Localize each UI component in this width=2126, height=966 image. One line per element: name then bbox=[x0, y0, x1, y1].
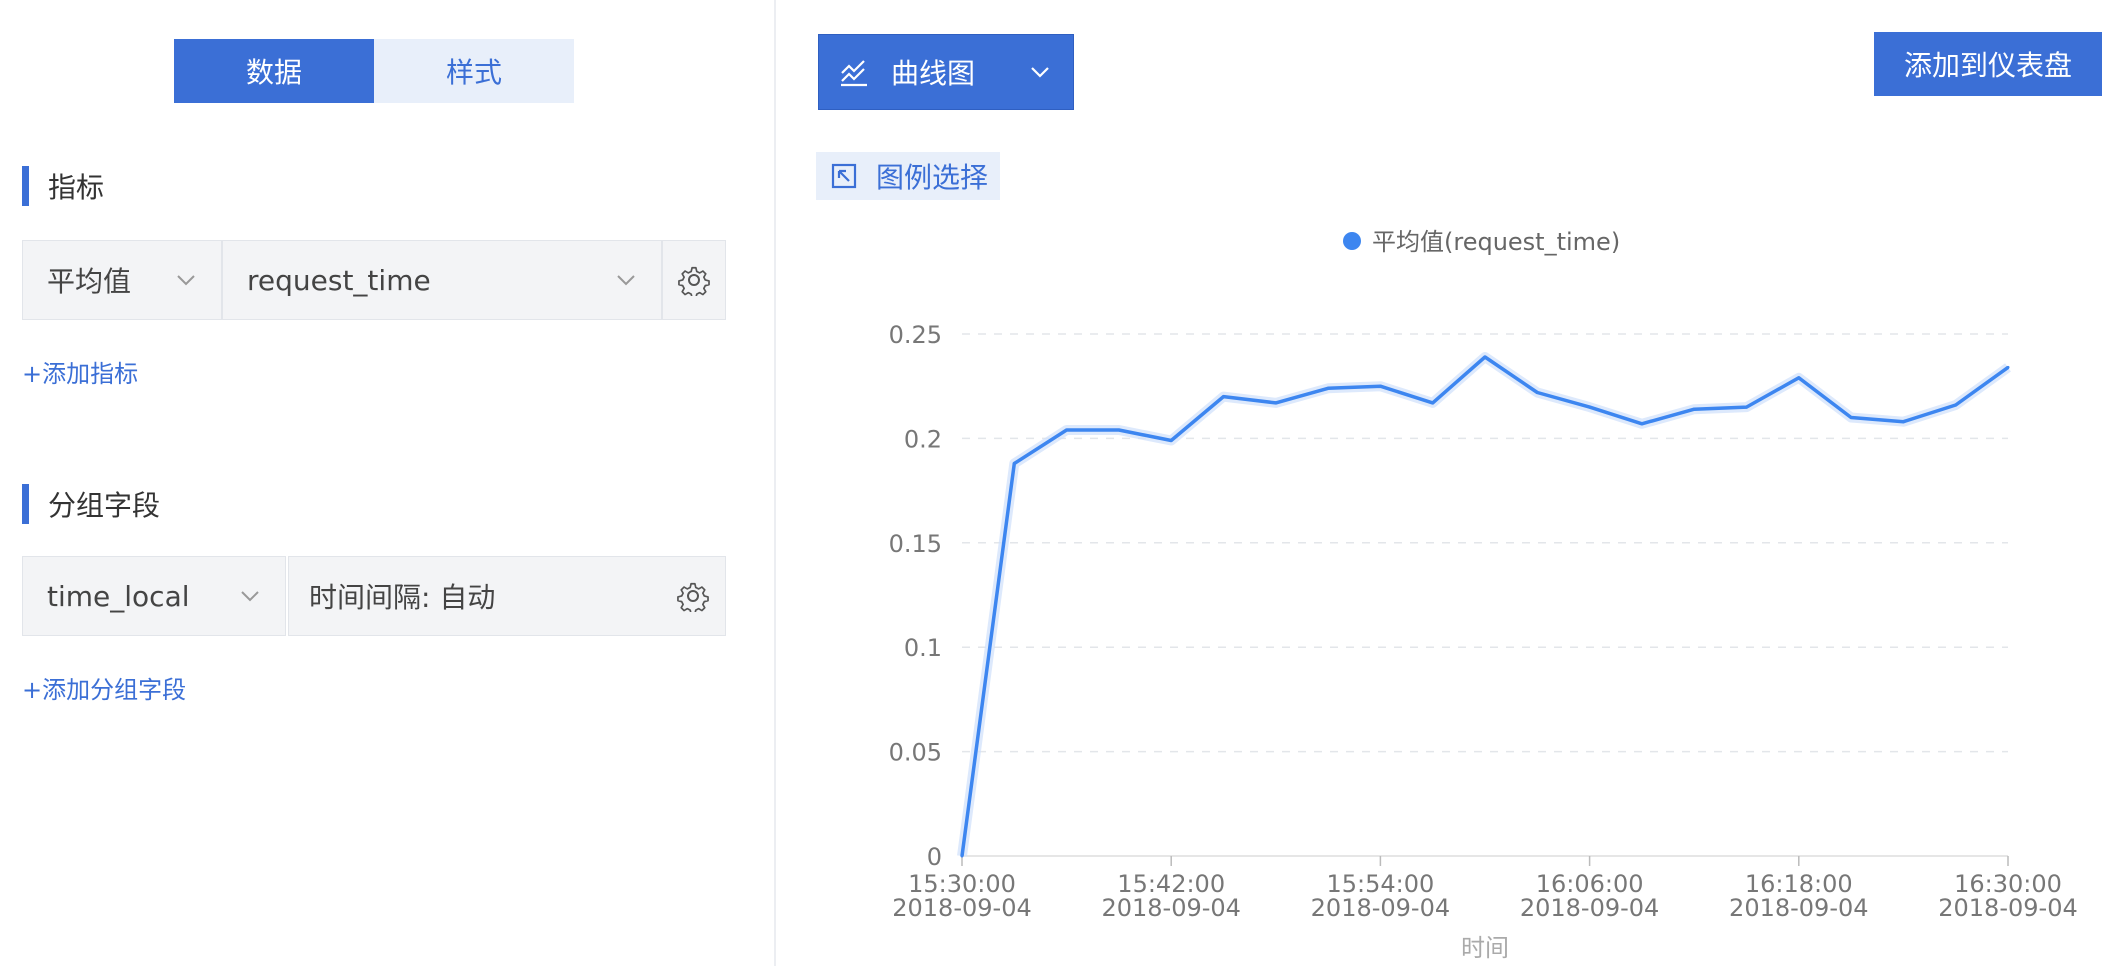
legend-select-label: 图例选择 bbox=[876, 161, 989, 194]
gear-icon[interactable] bbox=[677, 580, 709, 612]
aggregation-select[interactable]: 平均值 bbox=[22, 240, 222, 320]
data-point bbox=[1169, 438, 1173, 442]
data-point bbox=[960, 854, 964, 858]
data-point bbox=[1222, 395, 1225, 399]
time-interval-value: 时间间隔: 自动 bbox=[309, 581, 496, 614]
add-to-dashboard-button[interactable]: 添加到仪表盘 bbox=[1874, 32, 2102, 96]
data-point bbox=[1692, 407, 1696, 411]
metric-field-select[interactable]: request_time bbox=[222, 240, 662, 320]
legend-marker bbox=[1343, 232, 1361, 250]
time-interval-field[interactable]: 时间间隔: 自动 bbox=[288, 556, 726, 636]
data-point bbox=[1849, 416, 1853, 420]
data-point bbox=[1640, 422, 1644, 426]
query-config-panel: 数据 样式 指标 平均值 request_time +添加指标 分组字段 tim… bbox=[0, 0, 774, 966]
chevron-down-icon bbox=[617, 275, 635, 286]
chevron-down-icon bbox=[1031, 67, 1049, 78]
data-point bbox=[1012, 461, 1016, 465]
tab-style[interactable]: 样式 bbox=[374, 39, 574, 103]
data-point bbox=[2006, 365, 2010, 369]
metric-field-value: request_time bbox=[247, 263, 431, 297]
y-tick-label: 0.1 bbox=[904, 634, 942, 662]
y-tick-label: 0 bbox=[927, 843, 942, 871]
x-tick-date: 2018-09-04 bbox=[1520, 894, 1659, 922]
group-section-title: 分组字段 bbox=[22, 484, 160, 524]
chart-type-label: 曲线图 bbox=[891, 57, 976, 90]
x-axis-label: 时间 bbox=[1461, 934, 1509, 962]
x-tick-date: 2018-09-04 bbox=[1311, 894, 1450, 922]
chevron-down-icon bbox=[241, 591, 259, 602]
metrics-title: 指标 bbox=[48, 171, 105, 204]
legend-label: 平均值(request_time) bbox=[1372, 228, 1620, 256]
chart-panel: 曲线图 添加到仪表盘 图例选择 平均值(request_time) 0 0.05 0.… bbox=[776, 0, 2126, 966]
data-point bbox=[1378, 384, 1382, 388]
data-point bbox=[1901, 420, 1905, 424]
data-point bbox=[1274, 401, 1278, 405]
data-point bbox=[1954, 403, 1958, 407]
series-line-shadow bbox=[957, 352, 2011, 857]
y-tick-label: 0.05 bbox=[889, 739, 942, 767]
y-tick-label: 0.15 bbox=[889, 530, 942, 558]
data-point bbox=[1745, 405, 1748, 409]
section-accent-bar bbox=[22, 166, 29, 206]
add-group-field-link[interactable]: +添加分组字段 bbox=[22, 670, 186, 705]
legend-select-button[interactable]: 图例选择 bbox=[816, 152, 1000, 200]
chart-type-select[interactable]: 曲线图 bbox=[818, 34, 1074, 110]
data-point bbox=[1483, 355, 1487, 359]
metrics-section-title: 指标 bbox=[22, 166, 104, 206]
section-accent-bar bbox=[22, 484, 29, 524]
line-chart: 平均值(request_time)00.050.10.150.20.2515:3… bbox=[889, 228, 2078, 962]
metric-settings-button[interactable] bbox=[662, 240, 726, 320]
data-point bbox=[1431, 401, 1435, 405]
data-point bbox=[1117, 428, 1121, 432]
gear-icon bbox=[678, 266, 710, 296]
x-tick-date: 2018-09-04 bbox=[1938, 894, 2077, 922]
chevron-down-icon bbox=[177, 275, 195, 286]
group-field-value: time_local bbox=[47, 579, 190, 613]
y-tick-label: 0.25 bbox=[889, 321, 942, 349]
y-tick-label: 0.2 bbox=[904, 425, 942, 453]
x-tick-date: 2018-09-04 bbox=[1729, 894, 1868, 922]
x-tick-date: 2018-09-04 bbox=[892, 894, 1031, 922]
data-point bbox=[1797, 376, 1801, 380]
line-chart-icon bbox=[841, 60, 867, 87]
data-point bbox=[1326, 386, 1330, 390]
x-tick-date: 2018-09-04 bbox=[1101, 894, 1240, 922]
data-point bbox=[1535, 390, 1539, 394]
group-title: 分组字段 bbox=[48, 489, 161, 522]
data-point bbox=[1588, 405, 1592, 409]
aggregation-value: 平均值 bbox=[47, 265, 132, 298]
data-point bbox=[1065, 428, 1069, 432]
select-cursor-icon bbox=[831, 163, 857, 189]
tab-data[interactable]: 数据 bbox=[174, 39, 374, 103]
group-field-select[interactable]: time_local bbox=[22, 556, 286, 636]
add-metric-link[interactable]: +添加指标 bbox=[22, 354, 138, 389]
